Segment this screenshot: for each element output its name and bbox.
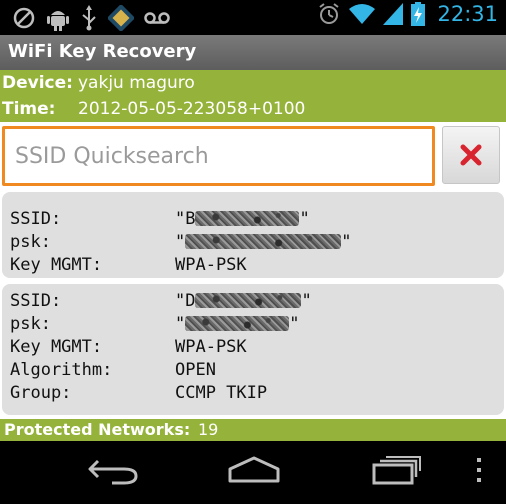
group-row: Group: CCMP TKIP	[10, 381, 267, 404]
status-bar: 22:31	[0, 0, 506, 35]
app-title-bar: WiFi Key Recovery	[0, 35, 506, 70]
key-mgmt-label: Key MGMT:	[10, 336, 103, 357]
ssid-value-prefix: "D	[175, 290, 196, 311]
time-label: Time:	[2, 99, 56, 119]
psk-value-prefix: "	[175, 231, 186, 252]
menu-icon	[477, 458, 481, 482]
voicemail-icon	[144, 12, 170, 24]
recent-apps-icon	[372, 456, 421, 485]
psk-value-suffix: "	[289, 313, 300, 334]
alarm-icon	[319, 3, 340, 24]
ssid-row: SSID: "D "	[10, 289, 312, 312]
close-icon	[460, 144, 482, 166]
redacted-ssid	[195, 293, 302, 308]
psk-row: psk: " "	[10, 312, 300, 335]
system-nav-bar	[0, 441, 506, 504]
key-mgmt-row: Key MGMT: WPA-PSK	[10, 335, 247, 358]
redacted-psk	[185, 234, 342, 249]
ssid-label: SSID:	[10, 208, 62, 229]
algorithm-label: Algorithm:	[10, 359, 113, 380]
device-value: yakju maguro	[78, 73, 195, 93]
psk-row: psk: " "	[10, 230, 352, 253]
network-card[interactable]: SSID: "B " psk: " " Key MGMT: WPA-PSK	[2, 192, 504, 278]
ssid-value: "B "	[175, 209, 310, 229]
network-card[interactable]: SSID: "D " psk: " " Key MGMT: WPA-PSK Algo…	[2, 284, 504, 415]
protected-networks-label: Protected Networks:	[4, 420, 191, 439]
network-list[interactable]: SSID: "B " psk: " " Key MGMT: WPA-PSK SSID…	[0, 188, 506, 419]
clear-search-button[interactable]	[442, 126, 500, 184]
back-icon	[88, 459, 138, 485]
signal-icon	[383, 3, 404, 25]
ssid-label: SSID:	[10, 290, 62, 311]
ssid-search-field[interactable]	[2, 126, 435, 186]
device-info-panel: Device: yakju maguro Time: 2012-05-05-22…	[0, 70, 506, 122]
usb-icon	[82, 5, 96, 31]
ssid-value-suffix: "	[301, 290, 312, 311]
algorithm-row: Algorithm: OPEN	[10, 358, 216, 381]
key-mgmt-value: WPA-PSK	[175, 336, 247, 357]
home-button[interactable]	[226, 455, 282, 485]
time-row: Time: 2012-05-05-223058+0100	[2, 97, 305, 121]
psk-value: " "	[175, 314, 300, 334]
home-icon	[228, 456, 280, 483]
key-mgmt-label: Key MGMT:	[10, 254, 103, 275]
algorithm-value: OPEN	[175, 359, 216, 380]
ssid-value-prefix: "B	[175, 208, 196, 229]
ssid-search-input[interactable]	[5, 129, 432, 183]
system-status-icons: 22:31	[317, 2, 498, 26]
back-button[interactable]	[86, 455, 142, 485]
ssid-value-suffix: "	[299, 208, 310, 229]
psk-value: " "	[175, 232, 352, 252]
menu-button[interactable]	[474, 455, 484, 485]
protected-networks-footer: Protected Networks: 19	[0, 419, 506, 441]
recent-apps-button[interactable]	[370, 455, 422, 485]
android-debug-icon	[47, 11, 69, 31]
search-row	[0, 122, 506, 188]
psk-label: psk:	[10, 231, 51, 252]
redacted-psk	[185, 316, 290, 331]
ssid-row: SSID: "B "	[10, 207, 310, 230]
key-mgmt-row: Key MGMT: WPA-PSK	[10, 253, 247, 276]
block-icon	[13, 7, 35, 29]
psk-value-prefix: "	[175, 313, 186, 334]
device-row: Device: yakju maguro	[2, 71, 195, 95]
ssid-value: "D "	[175, 291, 312, 311]
psk-label: psk:	[10, 313, 51, 334]
time-value: 2012-05-05-223058+0100	[78, 99, 306, 119]
app-title: WiFi Key Recovery	[8, 41, 197, 62]
protected-networks-count: 19	[198, 420, 219, 439]
wifi-icon	[349, 4, 376, 24]
device-label: Device:	[2, 73, 73, 93]
group-label: Group:	[10, 382, 72, 403]
clock: 22:31	[437, 2, 498, 26]
group-value: CCMP TKIP	[175, 382, 268, 403]
app-notification-icon	[108, 5, 134, 31]
redacted-ssid	[195, 211, 300, 226]
key-mgmt-value: WPA-PSK	[175, 254, 247, 275]
psk-value-suffix: "	[341, 231, 352, 252]
battery-charging-icon	[411, 2, 426, 26]
notification-icons	[12, 5, 170, 31]
